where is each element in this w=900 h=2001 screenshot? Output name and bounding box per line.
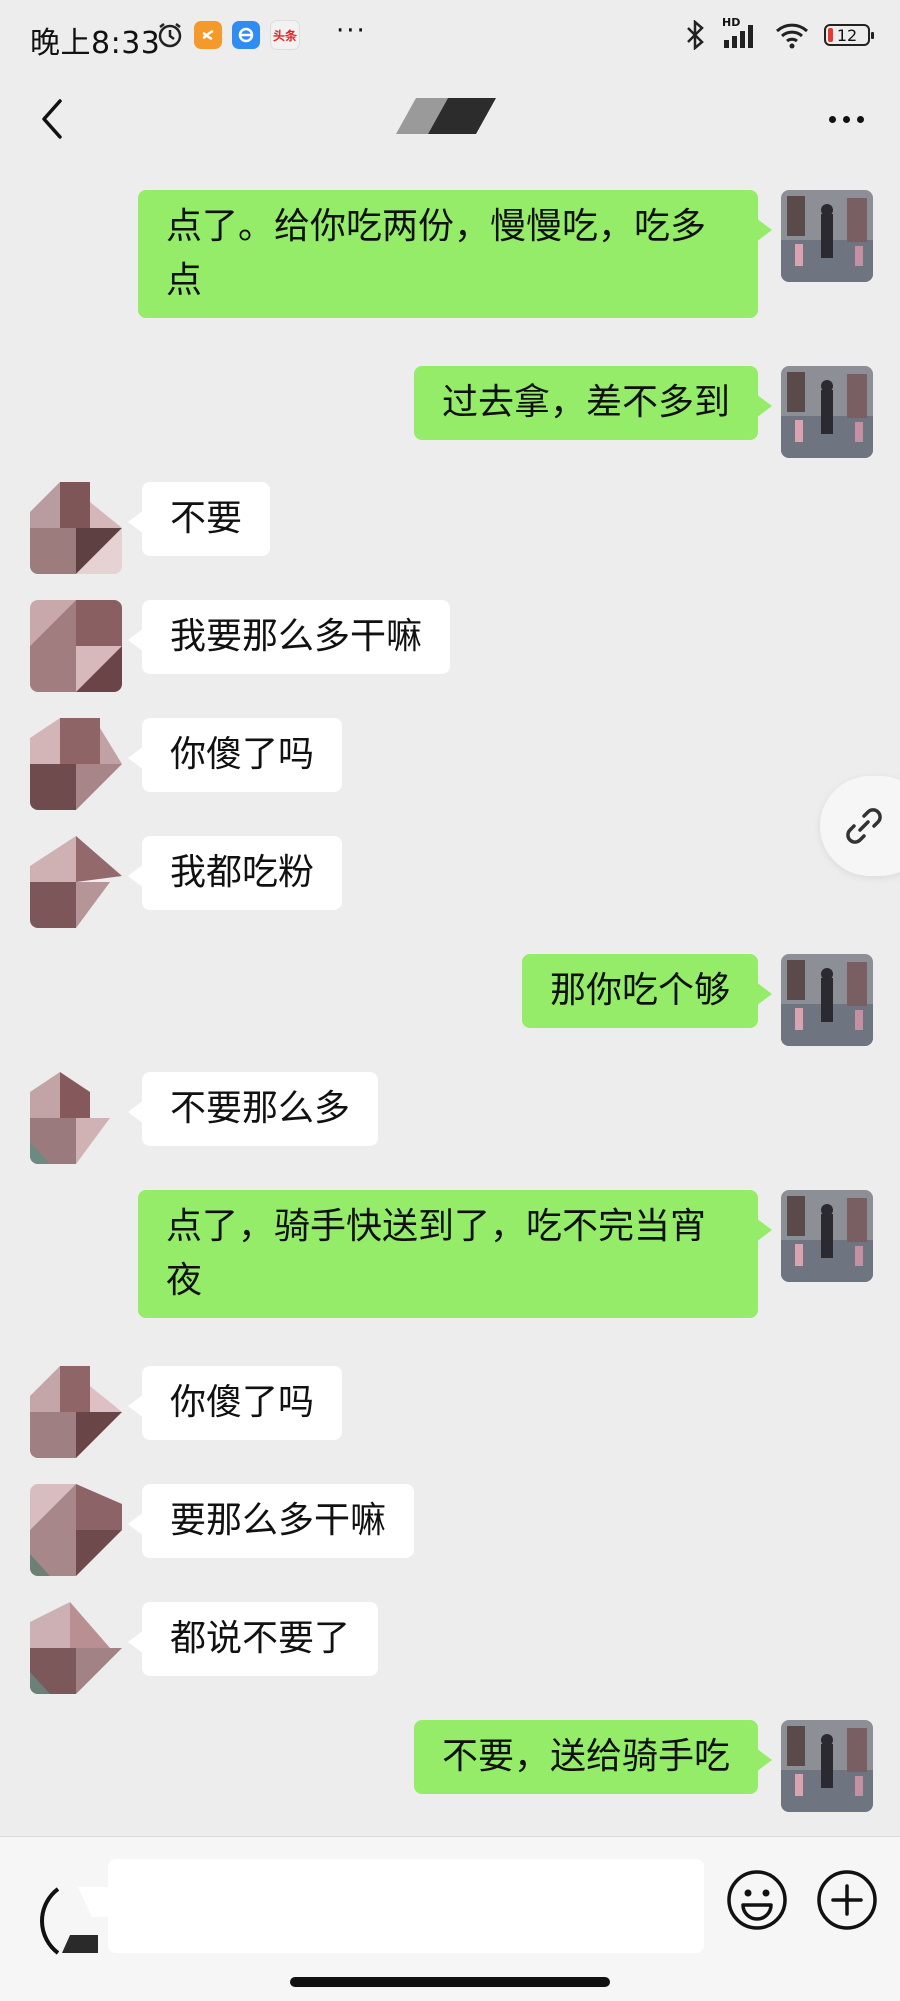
home-indicator[interactable]: [290, 1977, 610, 1987]
voice-icon: [40, 1887, 108, 1955]
more-options-button[interactable]: [818, 96, 874, 142]
message-bubble-received[interactable]: 都说不要了: [127, 1602, 379, 1676]
my-avatar[interactable]: [781, 1720, 873, 1812]
contact-avatar-obscured[interactable]: [30, 482, 122, 574]
battery-icon: 12: [824, 24, 874, 46]
back-button[interactable]: [28, 94, 78, 144]
contact-avatar-obscured[interactable]: [30, 1602, 122, 1694]
alarm-icon: [158, 23, 182, 48]
contact-avatar-obscured[interactable]: [30, 1366, 122, 1458]
floating-link-button[interactable]: [820, 776, 900, 876]
message-bubble-sent[interactable]: 过去拿，差不多到: [413, 366, 773, 440]
message-bubble-received[interactable]: 不要那么多: [127, 1072, 379, 1146]
back-icon: [42, 99, 62, 139]
battery-level: 12: [836, 25, 858, 45]
notification-icons: 头条 ···: [156, 16, 367, 50]
bluetooth-icon: [687, 20, 704, 50]
emoji-button[interactable]: [724, 1867, 790, 1933]
chat-header: [0, 76, 900, 166]
message-bubble-sent[interactable]: 那你吃个够: [521, 954, 773, 1028]
my-avatar[interactable]: [781, 1190, 873, 1282]
plus-icon: [817, 1870, 877, 1930]
message-bubble-sent[interactable]: 不要，送给骑手吃: [413, 1720, 773, 1794]
app-orange-icon: [194, 21, 222, 49]
voice-button[interactable]: [18, 1877, 108, 1967]
status-time: 晚上8:33: [30, 26, 161, 61]
emoji-icon: [727, 1870, 787, 1930]
message-bubble-received[interactable]: 我都吃粉: [127, 836, 343, 910]
input-bar: [0, 1836, 900, 2001]
message-bubble-received[interactable]: 要那么多干嘛: [127, 1484, 415, 1558]
my-avatar[interactable]: [781, 366, 873, 458]
message-input[interactable]: [108, 1859, 704, 1953]
contact-avatar-obscured[interactable]: [30, 718, 122, 810]
contact-avatar-obscured[interactable]: [30, 1484, 122, 1576]
app-blue-icon: [232, 21, 260, 49]
status-bar: 晚上8:33 头条 ··· HD 12: [0, 0, 900, 76]
status-right-icons: HD 12: [684, 16, 874, 50]
message-bubble-received[interactable]: 你傻了吗: [127, 718, 343, 792]
more-functions-button[interactable]: [814, 1867, 880, 1933]
contact-avatar-obscured[interactable]: [30, 600, 122, 692]
chat-title-obscured: [396, 98, 496, 134]
my-avatar[interactable]: [781, 190, 873, 282]
more-icon: [828, 115, 836, 123]
message-bubble-received[interactable]: 不要: [127, 482, 271, 556]
hd-signal-icon: HD: [720, 16, 760, 50]
contact-avatar-obscured[interactable]: [30, 836, 122, 928]
link-icon: [846, 808, 882, 844]
toutiao-icon: 头条: [270, 20, 300, 50]
more-notifications-icon: ···: [336, 16, 367, 46]
contact-avatar-obscured[interactable]: [30, 1072, 122, 1164]
message-bubble-sent[interactable]: 点了。给你吃两份，慢慢吃，吃多点: [138, 190, 772, 318]
message-list[interactable]: 点了。给你吃两份，慢慢吃，吃多点 过去拿，差不多到 不要 我要那么多干嘛 你傻了…: [0, 166, 900, 1836]
message-bubble-received[interactable]: 我要那么多干嘛: [127, 600, 451, 674]
message-bubble-sent[interactable]: 点了，骑手快送到了，吃不完当宵夜: [138, 1190, 772, 1318]
my-avatar[interactable]: [781, 954, 873, 1046]
message-bubble-received[interactable]: 你傻了吗: [127, 1366, 343, 1440]
wifi-icon: [775, 23, 809, 49]
